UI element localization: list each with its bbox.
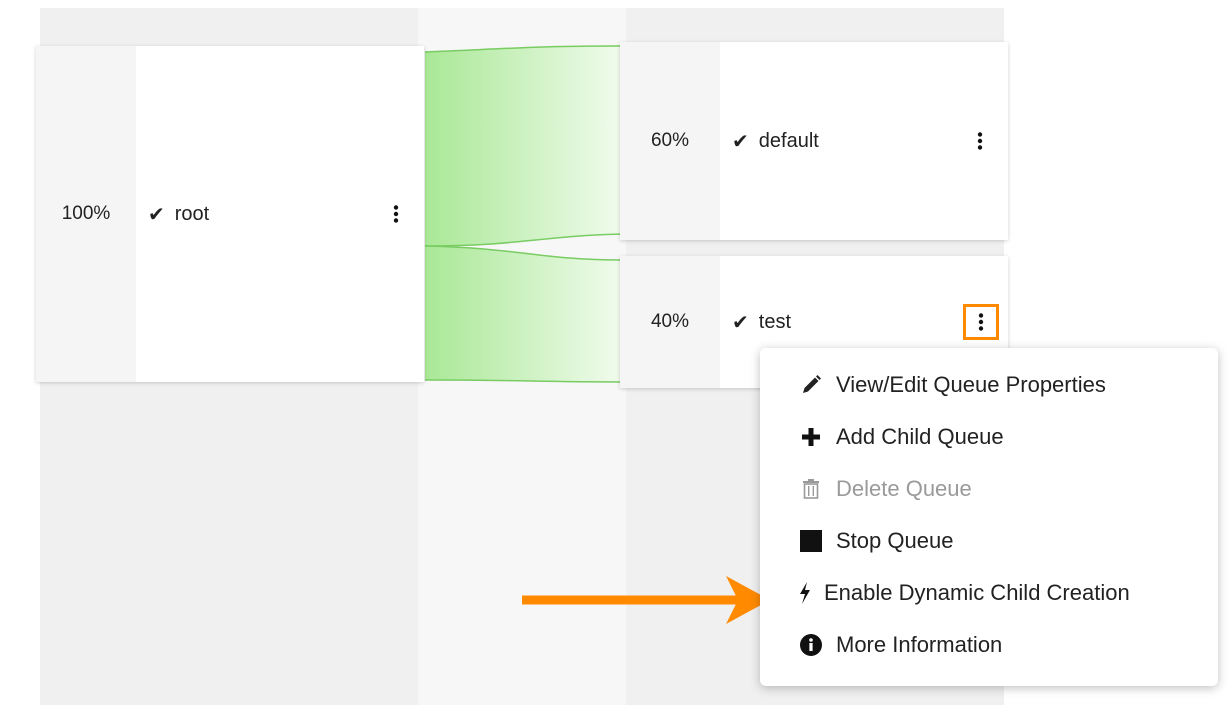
flow-root-to-default <box>425 46 622 246</box>
menu-item-label: Delete Queue <box>836 476 972 501</box>
queue-name-container: ✔ default <box>732 129 968 154</box>
menu-item-label: View/Edit Queue Properties <box>836 372 1106 397</box>
queue-name: root <box>174 202 210 225</box>
queue-name: test <box>758 310 792 333</box>
menu-item-more-information[interactable]: More Information <box>798 632 1002 658</box>
trash-icon <box>798 479 824 499</box>
menu-item-label: More Information <box>836 632 1003 657</box>
menu-item-enable-dynamic-child-creation[interactable]: Enable Dynamic Child Creation <box>796 580 1130 606</box>
menu-item-stop-queue[interactable]: Stop Queue <box>798 528 953 554</box>
queue-capacity: 40% <box>620 256 720 388</box>
queue-name-container: ✔ root <box>148 202 384 227</box>
plus-icon <box>798 428 824 446</box>
more-options-icon[interactable] <box>968 129 992 153</box>
lightning-bolt-icon <box>796 582 814 604</box>
flow-root-to-test <box>425 246 622 382</box>
more-options-icon[interactable] <box>384 202 408 226</box>
menu-item-add-child-queue[interactable]: Add Child Queue <box>798 424 1004 450</box>
queue-capacity: 60% <box>620 42 720 240</box>
queue-name-container: ✔ test <box>732 310 966 335</box>
menu-item-label: Enable Dynamic Child Creation <box>824 580 1130 605</box>
info-circle-icon <box>798 634 824 656</box>
check-icon: ✔ <box>732 311 749 334</box>
pencil-icon <box>798 374 824 396</box>
queue-context-menu: View/Edit Queue Properties Add Child Que… <box>760 348 1218 686</box>
menu-item-delete-queue[interactable]: Delete Queue <box>798 476 972 502</box>
queue-card-root[interactable]: 100% ✔ root <box>36 46 424 382</box>
queue-card-default[interactable]: 60% ✔ default <box>620 42 1008 240</box>
check-icon: ✔ <box>732 130 749 153</box>
more-options-icon[interactable] <box>963 304 999 340</box>
menu-item-label: Add Child Queue <box>836 424 1004 449</box>
menu-item-label: Stop Queue <box>836 528 954 553</box>
queue-capacity: 100% <box>36 46 136 382</box>
menu-item-view-edit-properties[interactable]: View/Edit Queue Properties <box>798 372 1106 398</box>
check-icon: ✔ <box>148 203 165 226</box>
queue-name: default <box>758 129 819 152</box>
stop-square-icon <box>798 530 824 552</box>
